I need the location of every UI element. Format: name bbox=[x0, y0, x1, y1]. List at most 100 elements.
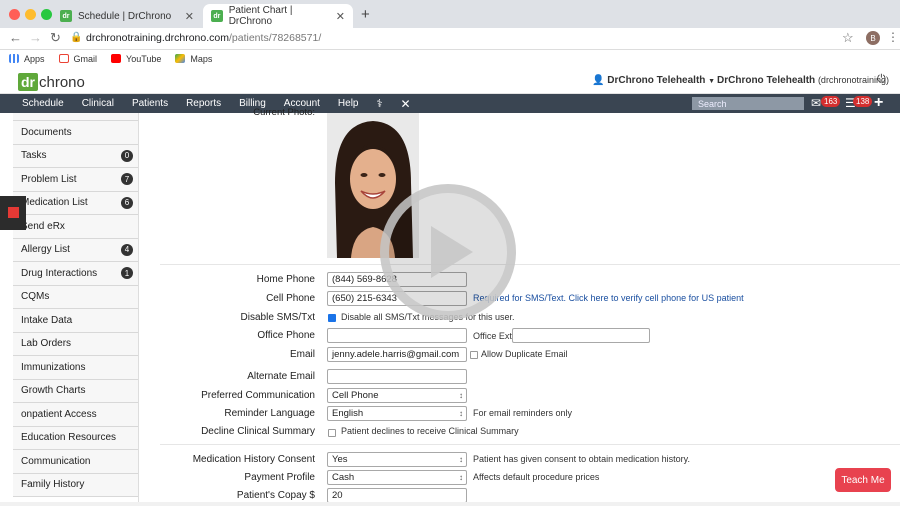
copay-field[interactable]: 20 bbox=[327, 488, 467, 503]
bookmarks-bar: Apps Gmail YouTube Maps bbox=[0, 50, 900, 67]
maps-icon bbox=[175, 54, 186, 63]
address-bar: ← → ↻ 🔒 drchronotraining.drchrono.com/pa… bbox=[0, 28, 900, 50]
decline-summary-checkbox[interactable] bbox=[328, 429, 336, 437]
sidebar-item-family-history[interactable]: Family History bbox=[13, 473, 138, 497]
drchrono-logo[interactable]: dr chrono bbox=[18, 73, 85, 91]
new-tab-icon[interactable]: + bbox=[361, 6, 370, 23]
messages-envelope-icon[interactable]: ✉ bbox=[811, 96, 821, 110]
sidebar-item-growth-charts[interactable]: Growth Charts bbox=[13, 379, 138, 403]
user-icon: 👤 bbox=[592, 75, 605, 86]
close-window-icon[interactable] bbox=[9, 9, 20, 20]
sidebar-item-intake-data[interactable]: Intake Data bbox=[13, 309, 138, 333]
copay-label: Patient's Copay $ bbox=[236, 490, 315, 501]
tab-schedule[interactable]: dr Schedule | DrChrono ✕ bbox=[52, 4, 202, 28]
drchrono-favicon-icon: dr bbox=[211, 10, 223, 22]
browser-menu-icon[interactable]: ⋮ bbox=[887, 30, 899, 44]
youtube-icon bbox=[111, 54, 122, 63]
sidebar-item-cqms[interactable]: CQMs bbox=[13, 285, 138, 309]
office-phone-field[interactable] bbox=[327, 328, 467, 343]
home-phone-label: Home Phone bbox=[256, 274, 315, 285]
bookmark-gmail[interactable]: Gmail bbox=[58, 54, 97, 64]
recording-stop-button[interactable] bbox=[0, 196, 26, 230]
tab-title: Schedule | DrChrono bbox=[78, 10, 172, 22]
minimize-window-icon[interactable] bbox=[25, 9, 36, 20]
sidebar-item-label: Communication bbox=[21, 455, 91, 467]
tab-title: Patient Chart | DrChrono bbox=[228, 5, 293, 27]
sidebar-item-communication[interactable]: Communication bbox=[13, 450, 138, 474]
sidebar-item-onpatient-access[interactable]: onpatient Access bbox=[13, 403, 138, 427]
nav-help[interactable]: Help bbox=[329, 98, 368, 109]
nav-clinical[interactable]: Clinical bbox=[73, 98, 123, 109]
bookmark-maps[interactable]: Maps bbox=[175, 54, 212, 64]
back-arrow-icon[interactable]: ← bbox=[9, 30, 22, 45]
count-badge: 4 bbox=[121, 243, 133, 256]
reminder-language-select[interactable]: English bbox=[327, 406, 467, 421]
screen: dr Schedule | DrChrono ✕ dr Patient Char… bbox=[0, 0, 900, 506]
nav-schedule[interactable]: Schedule bbox=[13, 98, 73, 109]
alternate-email-field[interactable] bbox=[327, 369, 467, 384]
bookmark-apps[interactable]: Apps bbox=[9, 54, 45, 64]
decline-summary-note: Patient declines to receive Clinical Sum… bbox=[341, 426, 519, 436]
sidebar-item-allergy-list[interactable]: Allergy List 4 bbox=[13, 238, 138, 262]
payment-profile-label: Payment Profile bbox=[244, 472, 315, 483]
sidebar-item-label: Documents bbox=[21, 126, 72, 138]
caduceus-icon[interactable]: ⚕ bbox=[368, 97, 392, 110]
close-x-icon[interactable]: ✕ bbox=[391, 97, 419, 111]
medication-consent-select[interactable]: Yes bbox=[327, 452, 467, 467]
bookmark-youtube[interactable]: YouTube bbox=[111, 54, 161, 64]
current-photo-label: Current Photo: bbox=[253, 107, 315, 118]
url-path: /patients/78268571/ bbox=[229, 32, 322, 44]
office-ext-label: Office Ext.: bbox=[473, 331, 517, 341]
search-input[interactable] bbox=[692, 97, 804, 110]
preferred-communication-select[interactable]: Cell Phone bbox=[327, 388, 467, 403]
lock-icon[interactable]: 🔒 bbox=[70, 32, 82, 43]
disable-sms-checkbox[interactable] bbox=[328, 314, 336, 322]
url-field[interactable]: drchronotraining.drchrono.com/patients/7… bbox=[86, 32, 321, 44]
reload-icon[interactable]: ↻ bbox=[50, 30, 61, 46]
main-nav: Schedule Clinical Patients Reports Billi… bbox=[0, 94, 900, 113]
tab-patient-chart[interactable]: dr Patient Chart | DrChrono ✕ bbox=[203, 4, 353, 28]
sidebar-item-problem-list[interactable]: Problem List 7 bbox=[13, 168, 138, 192]
verify-cell-link[interactable]: Required for SMS/Text. Click here to ver… bbox=[473, 293, 744, 303]
sidebar-item-medication-list[interactable]: Medication List 6 bbox=[13, 191, 138, 215]
divider bbox=[160, 444, 900, 445]
medication-consent-note: Patient has given consent to obtain medi… bbox=[473, 454, 690, 464]
sidebar-item-education-resources[interactable]: Education Resources bbox=[13, 426, 138, 450]
office-phone-label: Office Phone bbox=[257, 330, 315, 341]
close-tab-icon[interactable]: ✕ bbox=[185, 10, 194, 23]
office-ext-field[interactable] bbox=[512, 328, 650, 343]
sidebar-item-label: Allergy List bbox=[21, 244, 70, 256]
sidebar-item-label: Send eRx bbox=[21, 220, 65, 232]
teach-me-button[interactable]: Teach Me bbox=[835, 468, 891, 492]
stop-square-icon bbox=[8, 207, 19, 218]
sidebar-item-immunizations[interactable]: Immunizations bbox=[13, 356, 138, 380]
sidebar-item-tasks[interactable]: Tasks 0 bbox=[13, 144, 138, 168]
sidebar-item-send-erx[interactable]: Send eRx bbox=[13, 215, 138, 239]
account-name: DrChrono Telehealth (drchronotraining) bbox=[717, 75, 889, 86]
user-menu[interactable]: 👤 DrChrono Telehealth ▼ bbox=[592, 75, 715, 86]
payment-profile-select[interactable]: Cash bbox=[327, 470, 467, 485]
forward-arrow-icon[interactable]: → bbox=[29, 30, 42, 45]
profile-avatar[interactable]: B bbox=[866, 31, 880, 45]
sidebar-item-label: Medication List bbox=[21, 197, 88, 209]
bottom-bar bbox=[0, 502, 900, 506]
sidebar-item-documents[interactable]: Documents bbox=[13, 121, 138, 145]
video-play-button[interactable] bbox=[380, 184, 516, 320]
sidebar-item-label: Intake Data bbox=[21, 314, 73, 326]
decline-summary-label: Decline Clinical Summary bbox=[201, 426, 315, 437]
allow-duplicate-email-checkbox[interactable] bbox=[470, 351, 478, 359]
add-plus-icon[interactable]: + bbox=[874, 94, 883, 112]
sidebar-item-lab-orders[interactable]: Lab Orders bbox=[13, 332, 138, 356]
sidebar-item-drug-interactions[interactable]: Drug Interactions 1 bbox=[13, 262, 138, 286]
browser-tab-bar: dr Schedule | DrChrono ✕ dr Patient Char… bbox=[0, 0, 900, 28]
email-field[interactable]: jenny.adele.harris@gmail.com bbox=[327, 347, 467, 362]
bookmark-star-icon[interactable]: ☆ bbox=[842, 30, 854, 46]
maximize-window-icon[interactable] bbox=[41, 9, 52, 20]
url-host: drchronotraining.drchrono.com bbox=[86, 32, 229, 44]
count-badge: 7 bbox=[121, 173, 133, 185]
sidebar-item-label: Family History bbox=[21, 479, 85, 491]
close-tab-icon[interactable]: ✕ bbox=[336, 10, 345, 23]
logout-power-icon[interactable]: ⏻ bbox=[877, 73, 886, 86]
allow-duplicate-email-label: Allow Duplicate Email bbox=[481, 349, 568, 359]
medication-consent-label: Medication History Consent bbox=[192, 454, 315, 465]
